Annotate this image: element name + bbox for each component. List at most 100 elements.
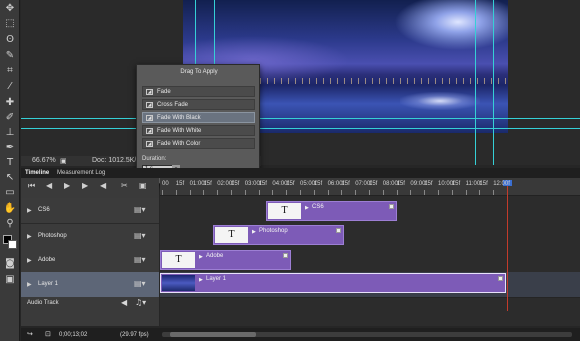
ruler-tick — [272, 190, 274, 195]
transition-icon: ◢ — [146, 141, 153, 147]
ruler-label: 15f — [396, 181, 405, 187]
guide-horizontal[interactable] — [21, 128, 580, 129]
transition-icon: ◢ — [146, 102, 153, 108]
crop-tool-icon[interactable]: ⌗ — [3, 64, 17, 77]
ruler-label: 15f — [258, 181, 267, 187]
track-header-layer-1[interactable]: ▶ Layer 1 ▤▾ — [21, 272, 159, 298]
background-color-swatch[interactable] — [8, 240, 17, 249]
clip-photoshop[interactable]: T ▶ Photoshop — [213, 225, 344, 245]
ruler-tick — [451, 190, 453, 195]
transition-icon: ◢ — [146, 115, 153, 121]
transition-icon[interactable]: ▣ — [139, 181, 147, 190]
type-tool-icon[interactable]: T — [3, 156, 17, 169]
shape-tool-icon[interactable]: ▭ — [3, 186, 17, 199]
previous-frame-icon[interactable]: ◀ — [46, 181, 52, 190]
frame-rate: (29.97 fps) — [120, 332, 149, 338]
screen-mode-icon[interactable]: ▣ — [3, 273, 17, 286]
move-tool-icon[interactable]: ✥ — [3, 2, 17, 15]
film-strip-icon[interactable]: ▤▾ — [134, 279, 146, 288]
healing-brush-tool-icon[interactable]: ✚ — [3, 96, 17, 109]
guide-vertical[interactable] — [493, 0, 494, 165]
clip-name: Photoshop — [259, 228, 288, 234]
brush-tool-icon[interactable]: ✐ — [3, 111, 17, 124]
ruler-tick — [189, 190, 191, 195]
ruler-tick — [175, 190, 177, 195]
guide-vertical[interactable] — [475, 0, 476, 165]
transitions-panel: Drag To Apply ◢ Fade ◢ Cross Fade ◢ Fade… — [136, 64, 260, 184]
clone-stamp-tool-icon[interactable]: ⊥ — [3, 126, 17, 139]
path-select-tool-icon[interactable]: ↖ — [3, 171, 17, 184]
render-video-icon[interactable]: ↪ — [27, 330, 33, 338]
expand-arrow-icon[interactable]: ▶ — [27, 233, 32, 240]
clip-options-icon[interactable] — [498, 276, 503, 281]
zoom-level[interactable]: 66.67% — [32, 157, 56, 164]
transition-fade-with-white[interactable]: ◢ Fade With White — [142, 125, 255, 136]
expand-arrow-icon[interactable]: ▶ — [27, 207, 32, 214]
clip-play-icon: ▶ — [199, 254, 203, 260]
lasso-tool-icon[interactable]: ʘ — [3, 33, 17, 46]
mute-audio-icon[interactable]: ◀ — [100, 181, 106, 190]
ruler-label: 12:00f — [493, 181, 510, 187]
transition-fade-with-black[interactable]: ◢ Fade With Black — [142, 112, 255, 123]
eyedropper-tool-icon[interactable]: ⁄ — [3, 80, 17, 93]
track-header-cs6[interactable]: ▶ CS6 ▤▾ — [21, 198, 159, 224]
ruler-tick — [244, 190, 246, 195]
ruler-tick — [479, 190, 481, 195]
audio-track-label: Audio Track — [27, 300, 59, 306]
clip-layer-1[interactable]: ▶ Layer 1 — [160, 273, 506, 293]
clip-cs6[interactable]: T ▶ CS6 — [266, 201, 397, 221]
convert-frames-icon[interactable]: ⊡ — [45, 330, 51, 338]
ruler-tick — [313, 190, 315, 195]
clip-options-icon[interactable] — [389, 204, 394, 209]
quick-mask-icon[interactable]: ◙ — [3, 257, 17, 270]
ruler-tick — [162, 190, 163, 195]
transition-fade[interactable]: ◢ Fade — [142, 86, 255, 97]
split-at-playhead-icon[interactable]: ✂ — [121, 181, 128, 190]
transition-fade-with-color[interactable]: ◢ Fade With Color — [142, 138, 255, 149]
track-name: Photoshop — [38, 233, 67, 239]
current-time: 0;00;13;02 — [59, 332, 88, 338]
go-to-first-frame-icon[interactable]: ⏮ — [28, 181, 35, 191]
film-strip-icon[interactable]: ▤▾ — [134, 255, 146, 264]
film-strip-icon[interactable]: ▤▾ — [134, 231, 146, 240]
track-name: Layer 1 — [38, 281, 59, 287]
zoom-tool-icon[interactable]: ⚲ — [3, 217, 17, 230]
clip-name: Layer 1 — [206, 276, 227, 282]
clip-play-icon: ▶ — [252, 229, 256, 235]
marquee-tool-icon[interactable]: ⬚ — [3, 17, 17, 30]
clip-thumbnail: T — [268, 203, 301, 219]
clip-adobe[interactable]: T ▶ Adobe — [160, 250, 291, 270]
transition-cross-fade[interactable]: ◢ Cross Fade — [142, 99, 255, 110]
play-icon[interactable]: ▶ — [64, 181, 70, 190]
ruler-tick — [396, 190, 398, 195]
pen-tool-icon[interactable]: ✒ — [3, 141, 17, 154]
track-header-photoshop[interactable]: ▶ Photoshop ▤▾ — [21, 224, 159, 250]
quick-select-tool-icon[interactable]: ✎ — [3, 49, 17, 62]
expand-arrow-icon[interactable]: ▶ — [27, 281, 32, 288]
clip-options-icon[interactable] — [283, 253, 288, 258]
ruler-tick — [424, 190, 426, 195]
status-menu-icon[interactable]: ▣ — [60, 157, 67, 165]
tab-measurement-log[interactable]: Measurement Log — [57, 170, 105, 176]
ruler-tick — [231, 190, 232, 195]
next-frame-icon[interactable]: ▶ — [82, 181, 88, 190]
ruler-label: 15f — [231, 181, 240, 187]
ruler-tick — [286, 190, 288, 195]
tab-timeline[interactable]: Timeline — [25, 170, 49, 176]
audio-mute-icon[interactable]: ◀ — [121, 298, 127, 307]
film-strip-icon[interactable]: ▤▾ — [134, 205, 146, 214]
hand-tool-icon[interactable]: ✋ — [3, 202, 17, 215]
ruler-tick — [203, 190, 205, 195]
guide-horizontal[interactable] — [21, 118, 580, 119]
track-name: CS6 — [38, 207, 50, 213]
transition-icon: ◢ — [146, 128, 153, 134]
expand-arrow-icon[interactable]: ▶ — [27, 257, 32, 264]
track-header-adobe[interactable]: ▶ Adobe ▤▾ — [21, 248, 159, 274]
playhead[interactable] — [507, 180, 508, 311]
ruler-label: 15f — [479, 181, 488, 187]
timeline-scroll-thumb[interactable] — [170, 332, 256, 337]
ruler-label: 15f — [203, 181, 212, 187]
audio-note-icon[interactable]: ♫▾ — [135, 298, 146, 307]
clip-options-icon[interactable] — [336, 228, 341, 233]
ruler-label: 15f — [424, 181, 433, 187]
